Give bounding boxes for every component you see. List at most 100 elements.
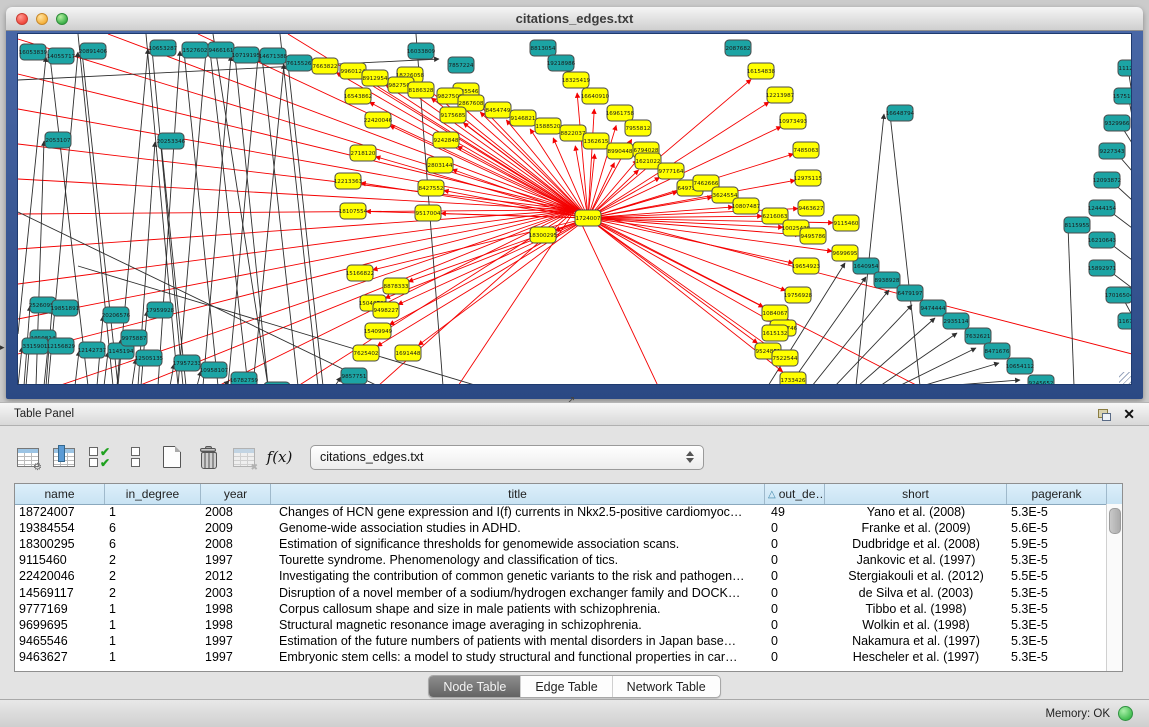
graph-node[interactable]: 20253346 xyxy=(157,133,186,149)
table-cell[interactable]: 5.3E-5 xyxy=(1007,650,1107,664)
table-cell[interactable]: 2003 xyxy=(201,586,271,600)
graph-node[interactable]: 15892971 xyxy=(1088,260,1117,276)
network-canvas[interactable]: 1605383914055717208914061065328715276029… xyxy=(17,33,1132,385)
graph-node[interactable]: 16648794 xyxy=(886,105,915,121)
table-cell[interactable]: 0 xyxy=(765,602,825,616)
graph-node[interactable]: 9329966 xyxy=(1104,115,1130,131)
table-row[interactable]: 946554611997Estimation of the future num… xyxy=(15,633,1107,649)
table-cell[interactable]: 0 xyxy=(765,569,825,583)
table-cell[interactable]: 1997 xyxy=(201,553,271,567)
table-cell[interactable]: 1997 xyxy=(201,650,271,664)
graph-node[interactable]: 10973493 xyxy=(779,113,808,129)
citation-network-graph[interactable]: 1605383914055717208914061065328715276029… xyxy=(18,34,1132,385)
table-scrollbar[interactable] xyxy=(1106,504,1122,671)
graph-node[interactable]: 7955812 xyxy=(625,120,651,136)
graph-node[interactable]: 2053107 xyxy=(45,132,71,148)
graph-node[interactable]: 9115460 xyxy=(833,215,859,231)
graph-node[interactable]: 7625402 xyxy=(353,345,379,361)
table-cell[interactable]: 5.3E-5 xyxy=(1007,602,1107,616)
graph-node[interactable]: 15166822 xyxy=(346,265,374,281)
graph-node[interactable]: 16154838 xyxy=(747,63,776,79)
table-cell[interactable]: 0 xyxy=(765,553,825,567)
graph-node[interactable]: 9495786 xyxy=(800,228,826,244)
table-cell[interactable]: Yano et al. (2008) xyxy=(825,505,1007,519)
graph-node[interactable]: 8115955 xyxy=(1064,217,1090,233)
graph-node[interactable]: 10653287 xyxy=(149,40,178,56)
table-row[interactable]: 946362711997Embryonic stem cells: a mode… xyxy=(15,649,1107,665)
table-cell[interactable]: 1998 xyxy=(201,618,271,632)
graph-node[interactable]: 1615132 xyxy=(762,325,788,341)
graph-node[interactable]: 8938928 xyxy=(874,272,900,288)
tab-edge-table[interactable]: Edge Table xyxy=(521,676,612,697)
table-cell[interactable]: Estimation of the future numbers of pati… xyxy=(271,634,765,648)
window-resize-grip[interactable] xyxy=(1119,372,1131,384)
select-column-icon[interactable] xyxy=(50,444,77,471)
graph-node[interactable]: 18300295 xyxy=(529,227,558,243)
graph-node[interactable]: 9857751 xyxy=(341,368,367,384)
table-row[interactable]: 969969511998Structural magnetic resonanc… xyxy=(15,617,1107,633)
graph-node[interactable]: 12142737 xyxy=(78,342,107,358)
table-row[interactable]: 1938455462009Genome-wide association stu… xyxy=(15,520,1107,536)
graph-node[interactable]: 19851891 xyxy=(51,300,80,316)
graph-node[interactable]: 14055717 xyxy=(47,48,76,64)
graph-node[interactable]: 22420046 xyxy=(364,112,393,128)
graph-node[interactable]: 2718120 xyxy=(350,145,376,161)
graph-node[interactable]: 15409949 xyxy=(364,323,393,339)
table-cell[interactable]: 9465546 xyxy=(15,634,105,648)
graph-node[interactable]: 10654112 xyxy=(1006,358,1034,374)
table-cell[interactable]: Tourette syndrome. Phenomenology and cla… xyxy=(271,553,765,567)
table-cell[interactable]: 5.3E-5 xyxy=(1007,586,1107,600)
table-cell[interactable]: 6 xyxy=(105,521,201,535)
table-cell[interactable]: 6 xyxy=(105,537,201,551)
graph-node[interactable]: 9474444 xyxy=(920,300,946,316)
table-cell[interactable]: 0 xyxy=(765,521,825,535)
table-cell[interactable]: 2012 xyxy=(201,569,271,583)
graph-node[interactable]: 9777164 xyxy=(658,163,684,179)
graph-node[interactable]: 12213987 xyxy=(766,87,795,103)
column-header-pagerank[interactable]: pagerank xyxy=(1007,484,1107,504)
graph-node[interactable]: 10719195 xyxy=(232,47,261,63)
graph-node[interactable]: 8912954 xyxy=(362,70,388,86)
table-cell[interactable]: 9115460 xyxy=(15,553,105,567)
table-cell[interactable]: Hescheler et al. (1997) xyxy=(825,650,1007,664)
column-header-title[interactable]: title xyxy=(271,484,765,504)
table-cell[interactable]: Investigating the contribution of common… xyxy=(271,569,765,583)
table-cell[interactable]: 2 xyxy=(105,569,201,583)
graph-node[interactable]: 1084067 xyxy=(762,305,788,321)
table-cell[interactable]: 1 xyxy=(105,618,201,632)
graph-node[interactable]: 9463627 xyxy=(798,200,824,216)
graph-node[interactable]: 16053839 xyxy=(19,44,48,60)
graph-node[interactable]: 7857224 xyxy=(448,57,474,73)
graph-node[interactable]: 15751074 xyxy=(1113,88,1132,104)
table-cell[interactable]: 5.3E-5 xyxy=(1007,505,1107,519)
graph-node[interactable]: 16543862 xyxy=(344,88,372,104)
column-header-indegree[interactable]: in_degree xyxy=(105,484,201,504)
table-cell[interactable]: 0 xyxy=(765,618,825,632)
table-cell[interactable]: Disruption of a novel member of a sodium… xyxy=(271,586,765,600)
graph-node[interactable]: 2087682 xyxy=(725,40,751,56)
unselect-all-icon[interactable] xyxy=(122,444,149,471)
close-window-icon[interactable] xyxy=(16,13,28,25)
table-cell[interactable]: 5.5E-5 xyxy=(1007,569,1107,583)
table-cell[interactable]: 18724007 xyxy=(15,505,105,519)
graph-node[interactable]: 9699695 xyxy=(832,245,858,261)
graph-node[interactable]: 8813054 xyxy=(530,40,556,56)
graph-node[interactable]: 12505135 xyxy=(135,350,164,366)
graph-node[interactable]: 9975887 xyxy=(121,330,147,346)
table-scrollbar-thumb[interactable] xyxy=(1109,508,1121,534)
table-cell[interactable]: 5.6E-5 xyxy=(1007,521,1107,535)
table-cell[interactable]: 1 xyxy=(105,650,201,664)
graph-node[interactable]: 9466161 xyxy=(208,42,234,58)
table-cell[interactable]: 0 xyxy=(765,586,825,600)
table-cell[interactable]: 9463627 xyxy=(15,650,105,664)
graph-node[interactable]: 1733426 xyxy=(780,372,806,385)
graph-node[interactable]: 7632621 xyxy=(965,328,991,344)
tab-node-table[interactable]: Node Table xyxy=(429,676,521,697)
table-cell[interactable]: de Silva et al. (2003) xyxy=(825,586,1007,600)
table-cell[interactable]: 22420046 xyxy=(15,569,105,583)
table-cell[interactable]: 19384554 xyxy=(15,521,105,535)
graph-node[interactable]: 3315901 xyxy=(22,338,48,354)
table-cell[interactable]: 1997 xyxy=(201,634,271,648)
graph-node[interactable]: 10958107 xyxy=(200,362,229,378)
table-cell[interactable]: 1 xyxy=(105,602,201,616)
